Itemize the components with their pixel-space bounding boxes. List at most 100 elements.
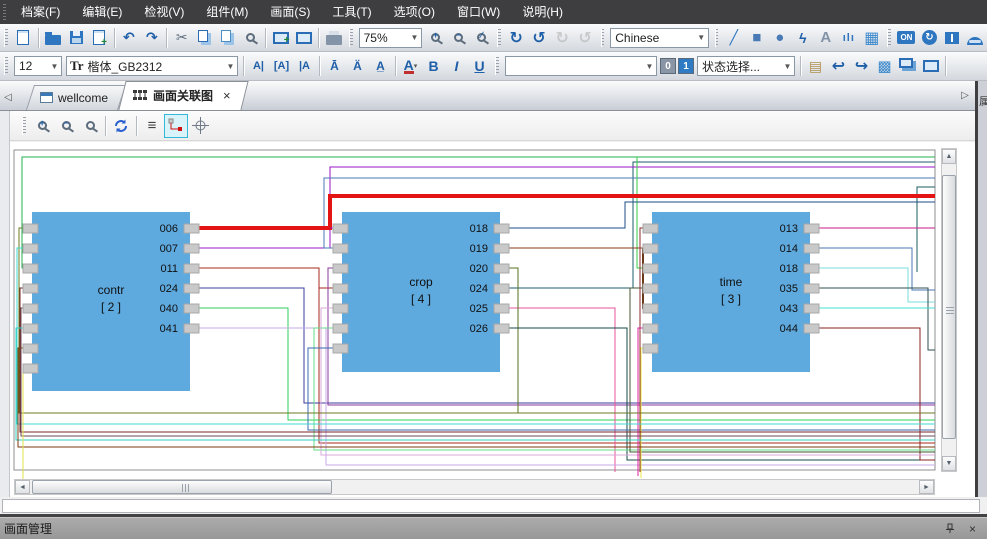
- tab-scroll-left-button[interactable]: ◁: [0, 84, 16, 110]
- align-center-button[interactable]: [A]: [270, 55, 293, 78]
- state-1-button[interactable]: 1: [678, 58, 694, 74]
- pin: [333, 284, 348, 293]
- bar-meter-button[interactable]: [941, 26, 964, 49]
- horizontal-scroll-thumb[interactable]: [32, 480, 332, 494]
- bold-button[interactable]: B: [422, 55, 445, 78]
- open-button[interactable]: [42, 26, 65, 49]
- diagram-zoom-in-button[interactable]: +: [30, 114, 54, 138]
- switch-object-button[interactable]: ON: [895, 26, 918, 49]
- tab-scroll-right-button[interactable]: ▷: [957, 82, 973, 108]
- new-screen-button[interactable]: [269, 26, 292, 49]
- wire: [196, 196, 935, 228]
- zoom-in-button[interactable]: +: [424, 26, 447, 49]
- save-as-button[interactable]: [88, 26, 111, 49]
- find-button[interactable]: [239, 26, 262, 49]
- text-toolbar: 12 ▼ Tr 楷体_GB2312 ▼ A| [A] |A Ā Ä A̲ A▾ …: [0, 52, 987, 81]
- menu-item[interactable]: 说明(H): [511, 0, 574, 24]
- relationship-canvas[interactable]: contr[ 2 ]006007011024040041crop[ 4 ]018…: [10, 142, 975, 497]
- paste-button[interactable]: [216, 26, 239, 49]
- screen-manager-title: 画面管理: [4, 520, 52, 537]
- scroll-up-button[interactable]: ▲: [942, 149, 956, 164]
- on-badge-icon: ON: [897, 31, 915, 44]
- scroll-right-button[interactable]: ►: [919, 480, 934, 494]
- pin-panel-button[interactable]: [945, 523, 955, 534]
- rotate-cw-button[interactable]: ↻: [505, 26, 528, 49]
- font-attribute-select[interactable]: ▼: [505, 56, 657, 76]
- menu-item[interactable]: 编辑(E): [71, 0, 133, 24]
- zoom-out-button[interactable]: −: [447, 26, 470, 49]
- open-screen-button[interactable]: [292, 26, 315, 49]
- pin-label: 007: [160, 243, 178, 255]
- align-left-button[interactable]: A|: [247, 55, 270, 78]
- align-right-button[interactable]: |A: [293, 55, 316, 78]
- screen-manager-bar[interactable]: 画面管理 ×: [0, 517, 987, 539]
- properties-button[interactable]: ▤: [804, 55, 827, 78]
- diagram-canvas[interactable]: contr[ 2 ]006007011024040041crop[ 4 ]018…: [10, 142, 975, 497]
- menu-item[interactable]: 组件(M): [195, 0, 259, 24]
- gauge-button[interactable]: [964, 26, 987, 49]
- line-tool-button[interactable]: ╱: [722, 26, 745, 49]
- zoom-reset-button[interactable]: ∕: [470, 26, 493, 49]
- underline-button[interactable]: U: [468, 55, 491, 78]
- polygon-tool-button[interactable]: ϟ: [791, 26, 814, 49]
- right-dock-strip[interactable]: 属: [975, 81, 987, 514]
- magnifier-icon: [246, 33, 255, 42]
- zoom-level-select[interactable]: 75% ▼: [359, 28, 422, 48]
- tab-wellcome[interactable]: wellcome: [30, 85, 122, 110]
- valign-top-button[interactable]: Ā: [323, 55, 346, 78]
- table-tool-button[interactable]: ▦: [860, 26, 883, 49]
- diagram-zoom-out-button[interactable]: −: [54, 114, 78, 138]
- valign-bottom-button[interactable]: A̲: [369, 55, 392, 78]
- center-view-button[interactable]: [188, 114, 212, 138]
- close-panel-button[interactable]: ×: [969, 522, 976, 536]
- tab-relationship-diagram[interactable]: 画面关联图 ×: [122, 81, 245, 110]
- line-style-button[interactable]: ≡: [140, 114, 164, 138]
- vertical-scroll-thumb[interactable]: [942, 175, 956, 439]
- font-color-button[interactable]: A▾: [399, 55, 422, 78]
- toggle-object-button[interactable]: ↻: [918, 26, 941, 49]
- rect-tool-button[interactable]: ■: [745, 26, 768, 49]
- rotate-ccw-button[interactable]: ↺: [528, 26, 551, 49]
- undo-button[interactable]: ↶: [117, 26, 140, 49]
- font-name-select[interactable]: Tr 楷体_GB2312 ▼: [66, 56, 238, 76]
- route-icon: [168, 118, 184, 134]
- valign-middle-button[interactable]: Ä: [346, 55, 369, 78]
- scale-tool-button[interactable]: ılı: [837, 26, 860, 49]
- route-mode-button[interactable]: [164, 114, 188, 138]
- ellipse-tool-button[interactable]: ●: [768, 26, 791, 49]
- full-screen-button[interactable]: [919, 55, 942, 78]
- new-file-button[interactable]: [12, 26, 35, 49]
- text-tool-button[interactable]: A: [814, 26, 837, 49]
- scroll-down-button[interactable]: ▼: [942, 456, 956, 471]
- print-button[interactable]: [322, 26, 345, 49]
- save-button[interactable]: [65, 26, 88, 49]
- state-selector[interactable]: 状态选择... ▼: [697, 56, 795, 76]
- tab-close-icon[interactable]: ×: [223, 88, 231, 103]
- pin: [23, 244, 38, 253]
- menu-item[interactable]: 选项(O): [383, 0, 446, 24]
- menu-item[interactable]: 画面(S): [259, 0, 321, 24]
- menu-item[interactable]: 档案(F): [10, 0, 71, 24]
- scroll-left-button[interactable]: ◄: [15, 480, 30, 494]
- zoom-level-value: 75%: [360, 31, 408, 45]
- copy-button[interactable]: [193, 26, 216, 49]
- cut-button[interactable]: ✂: [170, 26, 193, 49]
- state-0-button[interactable]: 0: [660, 58, 676, 74]
- language-select[interactable]: Chinese ▼: [610, 28, 708, 48]
- diagram-zoom-button[interactable]: [78, 114, 102, 138]
- menu-item[interactable]: 工具(T): [321, 0, 382, 24]
- menu-item[interactable]: 窗口(W): [446, 0, 511, 24]
- next-screen-button[interactable]: ↪: [850, 55, 873, 78]
- tile-screens-button[interactable]: [896, 55, 919, 78]
- previous-screen-button[interactable]: ↩: [827, 55, 850, 78]
- refresh-button[interactable]: [109, 114, 133, 138]
- font-size-select[interactable]: 12 ▼: [14, 56, 62, 76]
- pin: [23, 264, 38, 273]
- redo-button[interactable]: ↷: [140, 26, 163, 49]
- grid-dots-button[interactable]: ▩: [873, 55, 896, 78]
- horizontal-scrollbar[interactable]: ◄ ►: [14, 479, 935, 495]
- wire: [196, 288, 935, 403]
- italic-button[interactable]: I: [445, 55, 468, 78]
- menu-item[interactable]: 检视(V): [133, 0, 195, 24]
- vertical-scrollbar[interactable]: ▲ ▼: [941, 148, 957, 472]
